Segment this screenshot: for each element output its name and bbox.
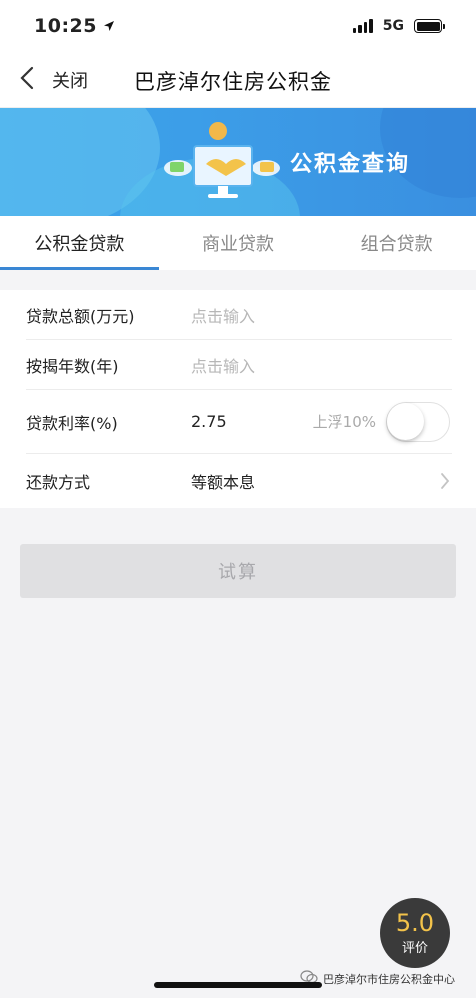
home-indicator[interactable]	[154, 982, 322, 988]
rate-row: 贷款利率(%) 2.75 上浮10%	[26, 390, 452, 454]
years-row[interactable]: 按揭年数(年) 点击输入	[26, 340, 452, 390]
rating-label: 评价	[401, 940, 428, 956]
location-arrow-icon	[103, 17, 115, 36]
loan-amount-input[interactable]: 点击输入	[191, 303, 255, 327]
back-button[interactable]	[2, 52, 52, 108]
rating-score: 5.0	[395, 908, 435, 937]
computer-handshake-icon	[160, 122, 285, 208]
float-rate-toggle[interactable]	[386, 401, 450, 442]
nav-bar: 关闭 巴彦淖尔住房公积金	[0, 52, 476, 108]
chevron-left-icon	[20, 66, 34, 94]
status-right: 5G	[352, 18, 445, 34]
close-button[interactable]: 关闭	[52, 67, 88, 93]
loan-form: 贷款总额(万元) 点击输入 按揭年数(年) 点击输入 贷款利率(%) 2.75 …	[0, 290, 476, 508]
signal-icon	[352, 19, 373, 33]
tab-commercial-loan[interactable]: 商业贷款	[159, 216, 318, 270]
float-rate-label: 上浮10%	[312, 413, 376, 431]
watermark: 巴彦淖尔市住房公积金中心	[300, 970, 455, 987]
calculate-button[interactable]: 试算	[20, 544, 456, 598]
watermark-text: 巴彦淖尔市住房公积金中心	[323, 972, 455, 986]
repay-row[interactable]: 还款方式 等额本息	[26, 454, 452, 508]
loan-amount-row[interactable]: 贷款总额(万元) 点击输入	[26, 290, 452, 340]
status-time: 10:25	[34, 15, 97, 37]
rate-label: 贷款利率(%)	[26, 413, 118, 433]
toggle-knob	[387, 402, 424, 440]
network-type: 5G	[382, 18, 404, 34]
banner: 公积金查询	[0, 108, 476, 216]
rating-button[interactable]: 5.0 评价	[380, 898, 450, 968]
page-title: 巴彦淖尔住房公积金	[134, 70, 332, 94]
loan-tabs: 公积金贷款 商业贷款 组合贷款	[0, 216, 476, 270]
status-left: 10:25	[34, 15, 115, 37]
years-input[interactable]: 点击输入	[191, 353, 255, 377]
rate-value[interactable]: 2.75	[191, 412, 227, 431]
banner-title: 公积金查询	[290, 152, 411, 177]
battery-icon	[414, 19, 445, 33]
tab-combined-loan[interactable]: 组合贷款	[317, 216, 476, 270]
repay-label: 还款方式	[26, 473, 91, 492]
loan-amount-label: 贷款总额(万元)	[26, 306, 135, 326]
status-bar: 10:25 5G	[0, 0, 476, 52]
tab-provident-loan[interactable]: 公积金贷款	[0, 216, 159, 270]
repay-value[interactable]: 等额本息	[191, 469, 255, 493]
years-label: 按揭年数(年)	[26, 356, 119, 376]
chevron-right-icon	[440, 472, 450, 494]
